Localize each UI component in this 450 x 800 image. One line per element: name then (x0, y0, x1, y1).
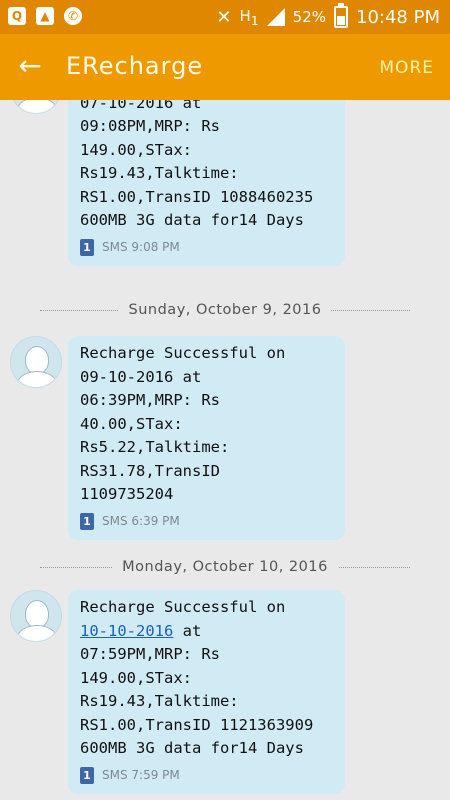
date-separator-label: Monday, October 10, 2016 (112, 559, 338, 575)
date-link[interactable]: 10-10-2016 (80, 622, 173, 640)
date-separator: Sunday, October 9, 2016 (0, 302, 450, 318)
mute-icon: ✕ (216, 6, 232, 28)
battery-icon (334, 3, 349, 28)
date-separator-label: Sunday, October 9, 2016 (118, 302, 332, 318)
message-time: SMS 6:39 PM (102, 514, 180, 528)
whatsapp-icon: ✆ (64, 7, 82, 25)
sim-icon: 1 (80, 512, 94, 530)
conversation-title: ERecharge (66, 52, 204, 80)
more-button[interactable]: MORE (379, 58, 434, 78)
message-meta: 1 SMS 6:39 PM (80, 512, 337, 530)
message-meta: 1 SMS 7:59 PM (80, 766, 337, 784)
quora-icon: Q (8, 7, 26, 25)
sim-icon: 1 (80, 238, 94, 256)
status-bar: Q ▲ ✆ ✕ H1 52% 10:48 PM (0, 0, 450, 34)
network-type: H1 (239, 6, 259, 28)
app-bar: ← ERecharge MORE (0, 34, 450, 100)
gallery-icon: ▲ (36, 7, 54, 25)
message-list[interactable]: Recharge Successful on 07-10-2016 at 09:… (0, 100, 450, 800)
message-text: Recharge Successful on 07-10-2016 at 09:… (80, 100, 314, 229)
contact-avatar-icon[interactable] (10, 336, 62, 388)
message-text: Recharge Successful on 09-10-2016 at 06:… (80, 344, 286, 503)
battery-percent: 52% (292, 8, 327, 26)
message-meta: 1 SMS 9:08 PM (80, 238, 337, 256)
battery-fill (337, 15, 346, 25)
message-bubble[interactable]: Recharge Successful on 09-10-2016 at 06:… (68, 336, 345, 540)
status-time: 10:48 PM (356, 6, 440, 28)
message-text: Recharge Successful on 10-10-2016 at 07:… (80, 598, 314, 757)
back-arrow-icon[interactable]: ← (14, 50, 46, 82)
message-bubble[interactable]: Recharge Successful on 10-10-2016 at 07:… (68, 590, 345, 794)
message-bubble[interactable]: Recharge Successful on 07-10-2016 at 09:… (68, 100, 345, 266)
message-time: SMS 7:59 PM (102, 768, 180, 782)
message-time: SMS 9:08 PM (102, 240, 180, 254)
date-separator: Monday, October 10, 2016 (0, 559, 450, 575)
contact-avatar-icon[interactable] (10, 100, 62, 114)
system-icons: ✕ H1 52% 10:48 PM (216, 3, 440, 28)
notification-icons: Q ▲ ✆ (8, 7, 82, 25)
signal-icon (266, 8, 285, 26)
contact-avatar-icon[interactable] (10, 590, 62, 642)
sim-icon: 1 (80, 766, 94, 784)
